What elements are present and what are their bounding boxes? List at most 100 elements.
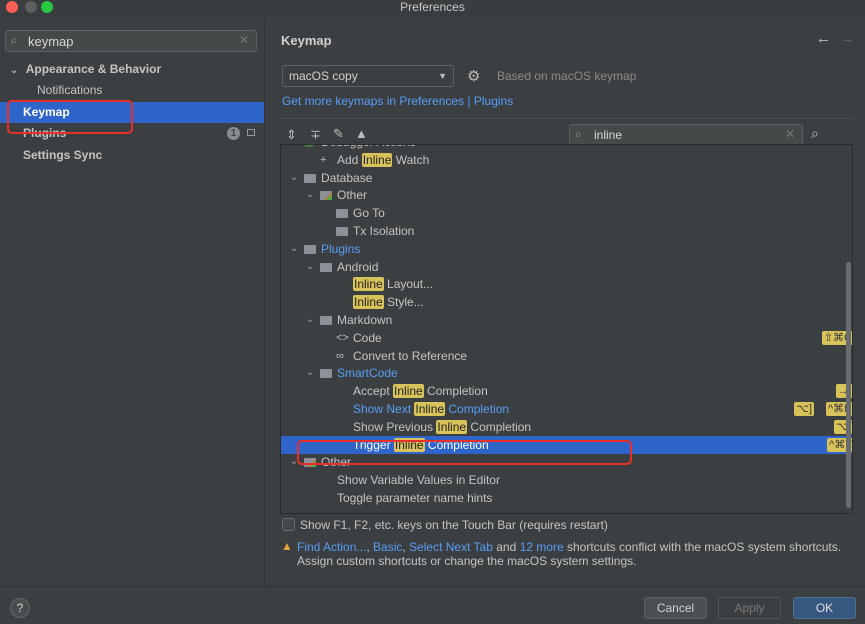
update-count-badge: 1 — [227, 127, 240, 140]
chevron-down-icon[interactable]: ⌄ — [306, 364, 314, 382]
tree-row[interactable]: Show Variable Values in Editor — [281, 471, 852, 489]
tree-row[interactable]: Tx Isolation — [281, 222, 852, 240]
forward-arrow-icon[interactable]: → — [840, 30, 855, 47]
folder-icon — [320, 369, 332, 379]
search-highlight: Inline — [436, 419, 468, 434]
folder-icon — [304, 173, 316, 183]
tree-row-label: Inline Style... — [353, 295, 424, 310]
clear-icon[interactable]: ✕ — [239, 33, 249, 47]
find-action-link[interactable]: Find Action... — [297, 540, 366, 554]
based-on-label: Based on macOS keymap — [497, 69, 637, 83]
tree-row[interactable]: Inline Style... — [281, 293, 852, 311]
search-highlight: Inline — [353, 295, 384, 310]
sidebar-item-appearance[interactable]: ⌄ Appearance & Behavior — [0, 59, 264, 80]
tree-row[interactable]: Show Previous Inline Completion ⌥[ — [281, 418, 852, 436]
collapse-all-icon[interactable]: ∓ — [310, 127, 321, 143]
sidebar-item-label: Appearance & Behavior — [25, 62, 162, 76]
tree-row[interactable]: ⌄ Other — [281, 186, 852, 204]
clear-icon[interactable]: ✕ — [785, 127, 795, 141]
tree-row-label: Other — [337, 188, 368, 203]
tree-row[interactable]: ⌄ Markdown — [281, 311, 852, 329]
tree-row-label: Markdown — [337, 313, 393, 327]
sidebar-item-label: Notifications — [37, 83, 103, 97]
action-add-icon: + — [320, 153, 327, 166]
chevron-down-icon[interactable]: ⌄ — [290, 169, 298, 187]
warning-text: shortcuts conflict with the macOS system… — [566, 540, 842, 554]
tree-row[interactable]: ⌄ SmartCode — [281, 364, 852, 382]
minimize-window-button[interactable] — [25, 1, 37, 13]
filter-value: inline — [594, 128, 623, 142]
shortcut-badge: ⌥] — [794, 402, 814, 416]
close-window-button[interactable] — [6, 1, 18, 13]
select-next-tab-link[interactable]: Select Next Tab — [409, 540, 493, 554]
find-by-shortcut-icon[interactable]: ⌕ — [811, 125, 819, 142]
keymap-select[interactable]: macOS copy ▼ — [282, 65, 454, 87]
annotation-box — [297, 440, 632, 465]
ok-button[interactable]: OK — [793, 597, 856, 619]
tree-row[interactable]: Show Next Inline Completion ^⌘N ⌥] — [281, 400, 852, 418]
help-button[interactable]: ? — [10, 598, 30, 618]
tree-row-label: Convert to Reference — [353, 348, 468, 363]
chevron-down-icon[interactable]: ⌄ — [306, 186, 314, 204]
tree-row[interactable]: + Add Inline Watch — [281, 151, 852, 169]
folder-icon — [320, 316, 332, 325]
tree-row-label: Plugins — [321, 241, 361, 256]
tree-row[interactable]: ⌄ Database — [281, 169, 852, 187]
tree-row[interactable]: Toggle parameter name hints — [281, 489, 852, 507]
chevron-down-icon[interactable]: ⌄ — [290, 240, 298, 258]
tree-row-label: Show Previous Inline Completion — [353, 419, 532, 434]
folder-icon — [336, 227, 348, 236]
expand-all-icon[interactable]: ⇕ — [286, 127, 297, 143]
cancel-button[interactable]: Cancel — [644, 597, 707, 619]
apply-button[interactable]: Apply — [718, 597, 781, 619]
action-filter-input[interactable]: ⌕ inline ✕ — [569, 124, 803, 146]
tree-row-label: Go To — [353, 206, 385, 221]
edit-shortcut-icon[interactable]: ✎ — [333, 126, 344, 142]
search-highlight: Inline — [353, 277, 384, 292]
conflicts-warning-icon[interactable]: ▲ — [355, 126, 368, 141]
sidebar-item-settings-sync[interactable]: Settings Sync — [0, 145, 264, 166]
back-arrow-icon[interactable]: ← — [816, 30, 831, 47]
tree-row-label: SmartCode — [337, 366, 398, 381]
tree-row[interactable]: ⌄ Android — [281, 258, 852, 276]
footer-divider — [0, 586, 865, 587]
tree-row-label: Toggle parameter name hints — [337, 491, 493, 505]
tree-row[interactable]: <> Code ⇧⌘C — [281, 329, 852, 347]
tree-row[interactable]: ⌄ Plugins — [281, 240, 852, 258]
search-highlight: Inline — [393, 384, 424, 399]
tree-row[interactable]: ∞ Convert to Reference — [281, 347, 852, 365]
chevron-down-icon[interactable]: ⌄ — [306, 258, 314, 276]
project-level-icon — [247, 129, 255, 136]
code-icon: <> — [336, 331, 349, 344]
more-conflicts-link[interactable]: 12 more — [520, 540, 564, 554]
tree-row-label: Android — [337, 259, 379, 274]
sidebar-item-notifications[interactable]: Notifications — [0, 80, 264, 101]
search-icon: ⌕ — [11, 33, 18, 47]
tree-scrollbar[interactable] — [846, 262, 851, 508]
zoom-window-button[interactable] — [41, 1, 53, 13]
tree-row[interactable]: Accept Inline Completion→| — [281, 382, 852, 400]
chevron-down-icon[interactable]: ⌄ — [306, 311, 314, 329]
tree-row[interactable]: Go To — [281, 204, 852, 222]
tree-row[interactable]: Inline Layout... — [281, 275, 852, 293]
basic-link[interactable]: Basic — [373, 540, 402, 554]
chevron-down-icon: ⌄ — [10, 65, 19, 76]
tree-row-label: Database — [321, 170, 373, 185]
touchbar-label: Show F1, F2, etc. keys on the Touch Bar … — [300, 518, 608, 532]
tree-row-label: Code — [353, 330, 382, 345]
sidebar-item-label: Settings Sync — [23, 148, 103, 162]
page-title: Keymap — [281, 33, 332, 48]
touchbar-checkbox[interactable] — [282, 518, 295, 531]
search-icon: ⌕ — [575, 127, 582, 141]
annotation-box — [7, 100, 133, 134]
folder-icon — [320, 191, 332, 201]
gear-icon[interactable]: ⚙ — [467, 67, 480, 85]
tree-row-label: Inline Layout... — [353, 277, 434, 292]
warning-icon: ▲ — [281, 539, 293, 553]
keymap-select-value: macOS copy — [289, 69, 358, 83]
settings-search-input[interactable]: ⌕ keymap ✕ — [5, 30, 257, 52]
search-highlight: Inline — [414, 402, 446, 416]
get-more-keymaps-link[interactable]: Get more keymaps in Preferences | Plugin… — [282, 94, 513, 108]
warning-text-line2: Assign custom shortcuts or change the ma… — [297, 554, 637, 568]
warning-text: and — [496, 540, 517, 554]
